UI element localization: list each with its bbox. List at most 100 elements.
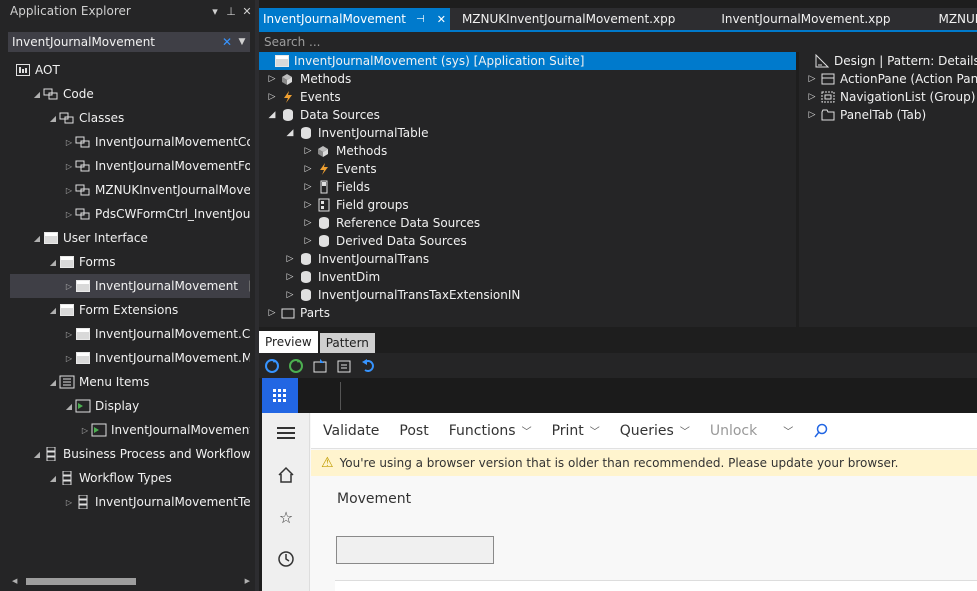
refresh-icon[interactable]: [263, 357, 281, 375]
functions-menu[interactable]: Functions ﹀: [449, 423, 532, 439]
tab-invent-journal-movement[interactable]: InventJournalMovement ⊣ ✕: [259, 8, 450, 30]
tree-item-menu-item[interactable]: ▷ InventJournalMovementD: [0, 418, 250, 442]
tree-item-class[interactable]: ▷ InventJournalMovementCos: [0, 130, 250, 154]
tree-item-forms[interactable]: ◢ Forms: [0, 250, 250, 274]
expanded-arrow-icon[interactable]: ◢: [265, 110, 279, 120]
undo-icon[interactable]: [359, 357, 377, 375]
designer-node-tax-extension[interactable]: ▷ InventJournalTransTaxExtensionIN: [283, 286, 521, 304]
queries-menu[interactable]: Queries ﹀: [620, 423, 690, 439]
print-menu[interactable]: Print ﹀: [552, 423, 600, 439]
tree-item-class[interactable]: ▷ PdsCWFormCtrl_InventJourn: [0, 202, 250, 226]
designer-root-node[interactable]: InventJournalMovement (sys) [Application…: [259, 52, 796, 70]
search-dropdown-icon[interactable]: ▼: [234, 37, 250, 47]
close-icon[interactable]: ✕: [239, 5, 255, 18]
scroll-right-icon[interactable]: ▶: [245, 577, 250, 585]
expanded-arrow-icon[interactable]: ◢: [64, 402, 74, 411]
collapsed-arrow-icon[interactable]: ▷: [80, 426, 90, 435]
collapsed-arrow-icon[interactable]: ▷: [265, 308, 279, 318]
collapsed-arrow-icon[interactable]: ▷: [805, 92, 819, 102]
designer-node-invent-dim[interactable]: ▷ InventDim: [283, 268, 381, 286]
tab-pattern[interactable]: Pattern: [319, 333, 375, 353]
collapsed-arrow-icon[interactable]: ▷: [64, 330, 74, 339]
expanded-arrow-icon[interactable]: ◢: [32, 450, 42, 459]
search-icon[interactable]: [813, 423, 829, 439]
designer-node-field-groups[interactable]: ▷ Field groups: [301, 196, 409, 214]
tree-item-class[interactable]: ▷ MZNUKInventJournalMoven: [0, 178, 250, 202]
expanded-arrow-icon[interactable]: ◢: [32, 234, 42, 243]
designer-node-methods[interactable]: ▷ Methods: [301, 142, 388, 160]
designer-search-input[interactable]: Search ...: [259, 32, 977, 52]
designer-node-reference-data-sources[interactable]: ▷ Reference Data Sources: [301, 214, 481, 232]
post-button[interactable]: Post: [399, 423, 428, 439]
more-chevron-icon[interactable]: ﹀: [777, 423, 793, 438]
expanded-arrow-icon[interactable]: ◢: [48, 258, 58, 267]
collapsed-arrow-icon[interactable]: ▷: [283, 254, 297, 264]
expanded-arrow-icon[interactable]: ◢: [283, 128, 297, 138]
clock-icon[interactable]: [276, 549, 296, 569]
collapsed-arrow-icon[interactable]: ▷: [805, 110, 819, 120]
tab-mznuk-buildings[interactable]: MZNUKBuildings: [934, 8, 977, 30]
scrollbar-thumb[interactable]: [26, 577, 136, 585]
design-node-root[interactable]: Design | Pattern: Details Tra: [813, 52, 977, 70]
collapsed-arrow-icon[interactable]: ▷: [64, 186, 74, 195]
collapsed-arrow-icon[interactable]: ▷: [265, 92, 279, 102]
collapsed-arrow-icon[interactable]: ▷: [301, 182, 315, 192]
tree-item-display[interactable]: ◢ Display: [0, 394, 250, 418]
home-icon[interactable]: [276, 465, 296, 485]
star-icon[interactable]: ☆: [276, 507, 296, 527]
design-node-panel-tab[interactable]: ▷ PanelTab (Tab): [805, 106, 927, 124]
tree-item-form-selected[interactable]: ▷ InventJournalMovement [A: [10, 274, 250, 298]
designer-node-events[interactable]: ▷ Events: [265, 88, 341, 106]
design-node-navigation-list[interactable]: ▷ NavigationList (Group): [805, 88, 976, 106]
designer-node-parts[interactable]: ▷ Parts: [265, 304, 330, 322]
export-icon[interactable]: [311, 357, 329, 375]
collapsed-arrow-icon[interactable]: ▷: [301, 236, 315, 246]
tree-item-form-extensions[interactable]: ◢ Form Extensions: [0, 298, 250, 322]
clear-search-icon[interactable]: ✕: [220, 35, 234, 49]
expanded-arrow-icon[interactable]: ◢: [48, 306, 58, 315]
expanded-arrow-icon[interactable]: ◢: [48, 474, 58, 483]
designer-node-events[interactable]: ▷ Events: [301, 160, 377, 178]
tree-item-aot[interactable]: AOT: [0, 58, 250, 82]
import-icon[interactable]: [335, 357, 353, 375]
designer-node-invent-journal-table[interactable]: ◢ InventJournalTable: [283, 124, 429, 142]
collapsed-arrow-icon[interactable]: ▷: [805, 74, 819, 84]
collapsed-arrow-icon[interactable]: ▷: [301, 218, 315, 228]
collapsed-arrow-icon[interactable]: ▷: [64, 498, 74, 507]
journal-input[interactable]: [336, 536, 494, 564]
expanded-arrow-icon[interactable]: ◢: [48, 114, 58, 123]
designer-node-invent-journal-trans[interactable]: ▷ InventJournalTrans: [283, 250, 430, 268]
explorer-search-input[interactable]: InventJournalMovement ✕ ▼: [8, 32, 250, 52]
tab-invent-xpp[interactable]: InventJournalMovement.xpp: [717, 8, 894, 30]
collapsed-arrow-icon[interactable]: ▷: [64, 210, 74, 219]
tab-preview[interactable]: Preview: [259, 331, 318, 353]
waffle-icon[interactable]: [262, 378, 298, 413]
designer-node-methods[interactable]: ▷ Methods: [265, 70, 352, 88]
collapsed-arrow-icon[interactable]: ▷: [301, 164, 315, 174]
hamburger-icon[interactable]: [276, 423, 296, 443]
collapsed-arrow-icon[interactable]: ▷: [64, 138, 74, 147]
designer-node-derived-data-sources[interactable]: ▷ Derived Data Sources: [301, 232, 467, 250]
collapsed-arrow-icon[interactable]: ▷: [301, 146, 315, 156]
expanded-arrow-icon[interactable]: ◢: [48, 378, 58, 387]
tree-item-class[interactable]: ▷ InventJournalMovementForr: [0, 154, 250, 178]
designer-node-fields[interactable]: ▷ Fields: [301, 178, 370, 196]
horizontal-scrollbar[interactable]: ◀ ▶: [8, 575, 250, 587]
collapsed-arrow-icon[interactable]: ▷: [64, 282, 74, 291]
pin-icon[interactable]: ⊣: [416, 14, 425, 25]
collapsed-arrow-icon[interactable]: ▷: [283, 290, 297, 300]
validate-button[interactable]: Validate: [323, 423, 379, 439]
unlock-button[interactable]: Unlock: [710, 423, 757, 439]
tree-item-menu-items[interactable]: ◢ Menu Items: [0, 370, 250, 394]
collapsed-arrow-icon[interactable]: ▷: [64, 354, 74, 363]
tab-mznuk-xpp[interactable]: MZNUKInventJournalMovement.xpp: [458, 8, 679, 30]
scroll-left-icon[interactable]: ◀: [12, 577, 17, 585]
expanded-arrow-icon[interactable]: ◢: [32, 90, 42, 99]
tree-item-form-extension[interactable]: ▷ InventJournalMovement.Cos: [0, 322, 250, 346]
collapsed-arrow-icon[interactable]: ▷: [64, 162, 74, 171]
tree-item-business-process[interactable]: ◢ Business Process and Workflow: [0, 442, 250, 466]
collapsed-arrow-icon[interactable]: ▷: [265, 74, 279, 84]
tree-item-workflow-type[interactable]: ▷ InventJournalMovementTem: [0, 490, 250, 514]
refresh-all-icon[interactable]: [287, 357, 305, 375]
tree-item-code[interactable]: ◢ Code: [0, 82, 250, 106]
